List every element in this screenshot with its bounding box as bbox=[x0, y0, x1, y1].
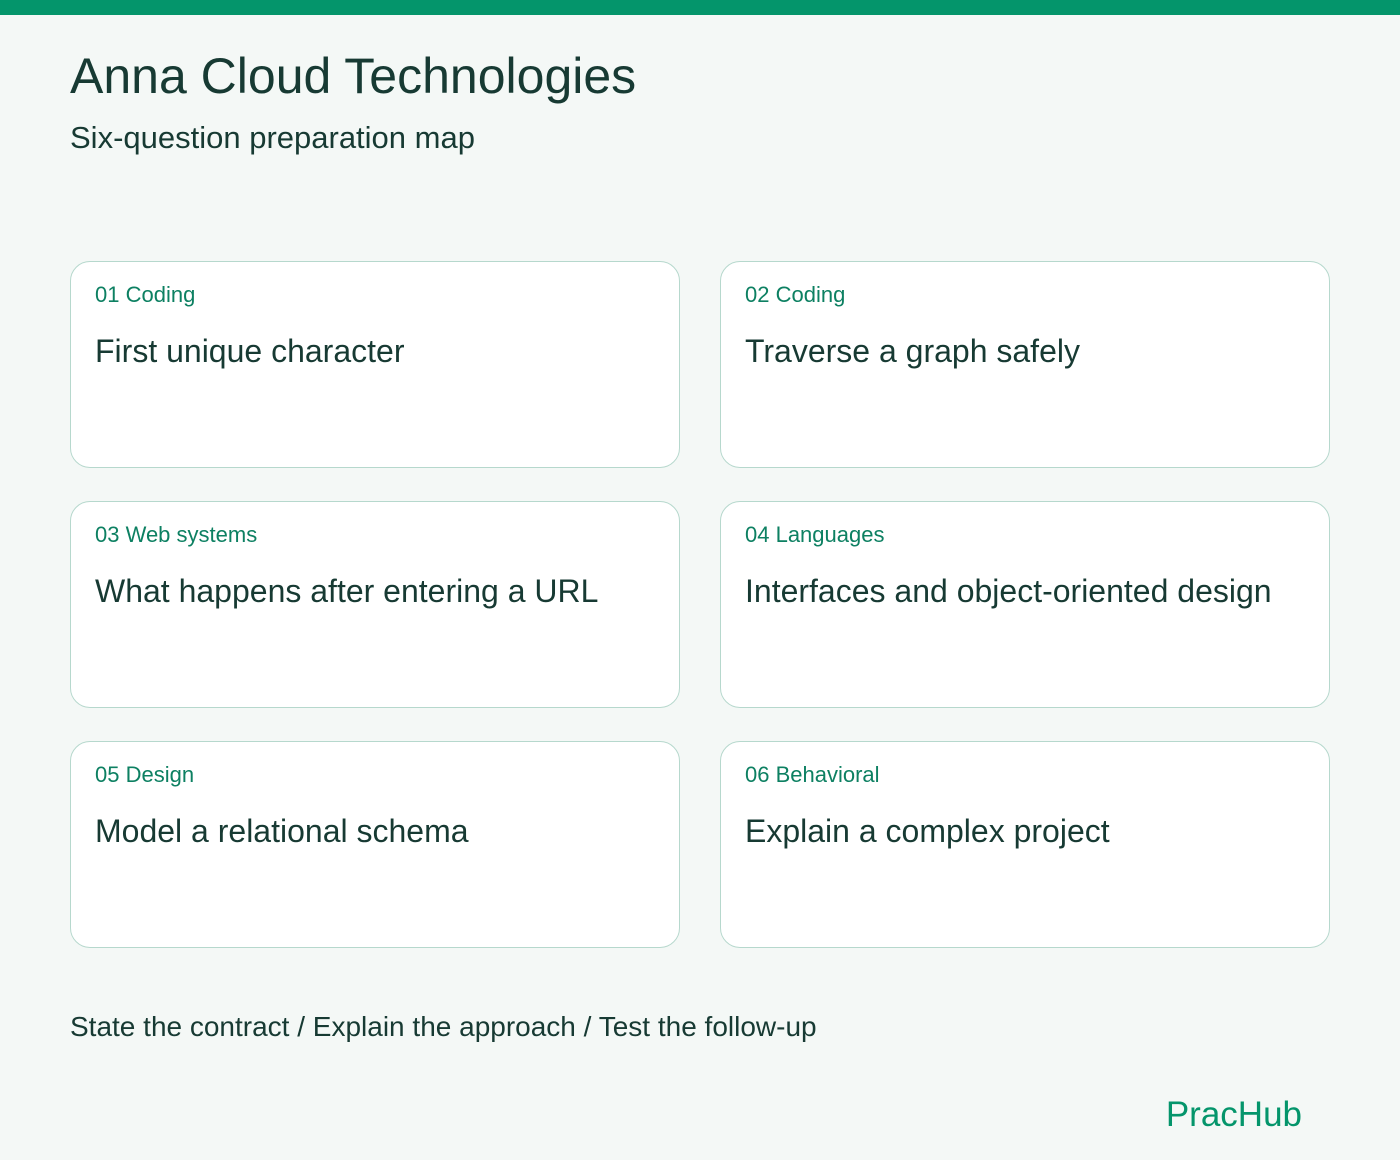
question-card-title: Traverse a graph safely bbox=[745, 333, 1080, 369]
page-title: Anna Cloud Technologies bbox=[70, 48, 637, 104]
question-card-03[interactable]: 03 Web systems What happens after enteri… bbox=[70, 501, 680, 708]
top-accent-bar bbox=[0, 0, 1400, 15]
question-card-tag: 05 Design bbox=[95, 762, 195, 787]
page-subtitle: Six-question preparation map bbox=[70, 120, 475, 155]
question-card-06[interactable]: 06 Behavioral Explain a complex project bbox=[720, 741, 1330, 948]
question-card-tag: 04 Languages bbox=[745, 522, 885, 547]
question-card-tag: 01 Coding bbox=[95, 282, 196, 307]
question-card-05[interactable]: 05 Design Model a relational schema bbox=[70, 741, 680, 948]
question-card-title: What happens after entering a URL bbox=[95, 573, 599, 609]
question-card-04[interactable]: 04 Languages Interfaces and object-orien… bbox=[720, 501, 1330, 708]
question-card-tag: 02 Coding bbox=[745, 282, 846, 307]
question-card-01[interactable]: 01 Coding First unique character bbox=[70, 261, 680, 468]
question-card-grid: 01 Coding First unique character 02 Codi… bbox=[70, 261, 1330, 948]
footer-steps: State the contract / Explain the approac… bbox=[70, 1011, 817, 1042]
question-card-title: Interfaces and object-oriented design bbox=[745, 573, 1272, 609]
question-card-title: Explain a complex project bbox=[745, 813, 1110, 849]
question-card-title: First unique character bbox=[95, 333, 405, 369]
question-card-02[interactable]: 02 Coding Traverse a graph safely bbox=[720, 261, 1330, 468]
question-card-title: Model a relational schema bbox=[95, 813, 469, 849]
question-card-tag: 06 Behavioral bbox=[745, 762, 880, 787]
brand-logo-text: PracHub bbox=[1165, 1095, 1302, 1134]
question-card-tag: 03 Web systems bbox=[95, 522, 258, 547]
